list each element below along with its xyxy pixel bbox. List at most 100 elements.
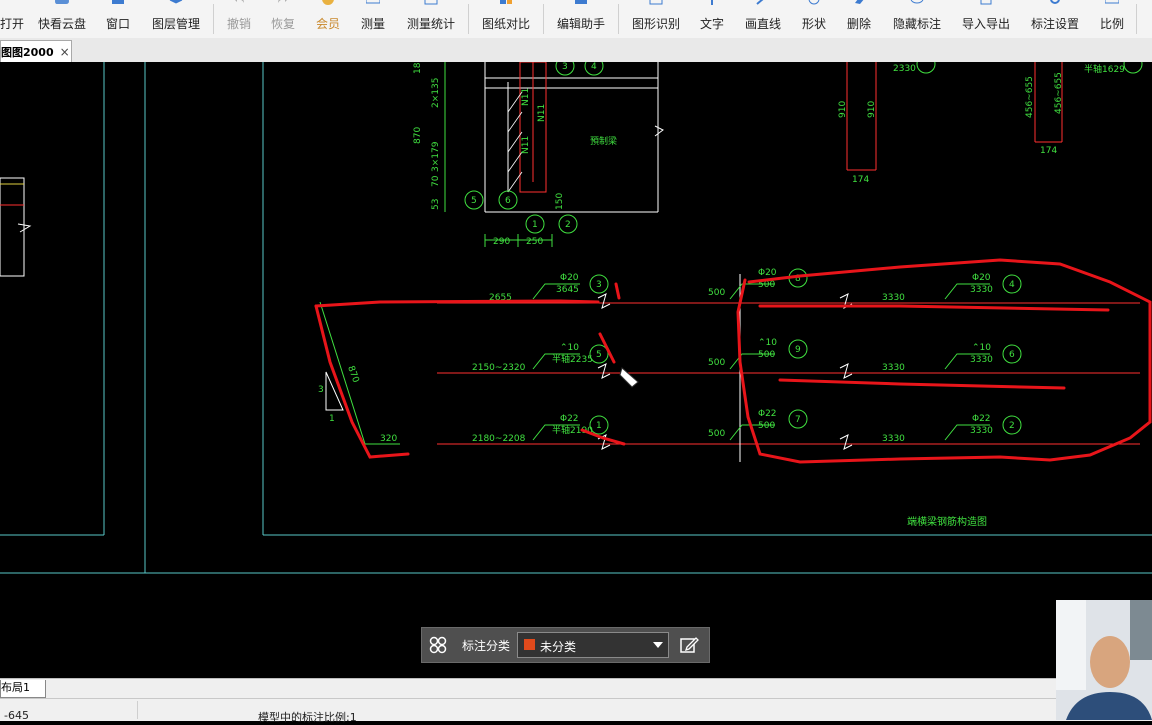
close-icon[interactable]: × — [60, 45, 70, 59]
section-detail: 18 2×135 870 3×179 70 53 290 250 150 預制梁… — [413, 62, 664, 247]
toolbar-undo-label: 撤销 — [226, 17, 251, 31]
row-spec: Φ20 — [560, 273, 579, 283]
row-spec: Φ22 — [972, 414, 991, 424]
shape-recognition-icon — [649, 0, 663, 5]
row-right: 3330 — [882, 434, 905, 444]
layers-icon — [169, 0, 183, 4]
toolbar-cloud-button[interactable]: 快看云盘 — [34, 0, 90, 38]
vip-icon — [322, 0, 334, 5]
undo-icon — [235, 0, 244, 3]
ruler-icon — [366, 0, 380, 4]
dim-text: 174 — [1040, 146, 1057, 156]
redo-icon — [278, 0, 287, 3]
row-left-length: 2150~2320 — [472, 363, 526, 373]
toolbar-compare-button[interactable]: 图纸对比 — [478, 0, 534, 38]
toolbar-scale-label: 比例 — [1099, 17, 1124, 31]
circle-num: 6 — [505, 196, 511, 206]
edit-assistant-icon — [575, 0, 587, 4]
row-length: 3330 — [970, 355, 993, 365]
toolbar-scale-button[interactable]: 比例 — [1097, 0, 1127, 38]
toolbar-measure-stats-button[interactable]: 测量统计 — [403, 0, 459, 38]
toolbar-redo-button[interactable]: 恢复 — [268, 0, 298, 38]
dim-text: 320 — [380, 434, 397, 444]
toolbar-import-export-button[interactable]: 导入导出 — [958, 0, 1014, 38]
circle-num: 6 — [1009, 350, 1015, 360]
shape-icon — [808, 0, 820, 5]
circle-num: 1 — [532, 220, 538, 230]
row-mid: 500 — [708, 429, 725, 439]
toolbar-window-label: 窗口 — [105, 17, 130, 31]
dim-text: 2330 — [893, 64, 916, 74]
toolbar-hide-annotations-button[interactable]: 隐藏标注 — [889, 0, 945, 38]
toolbar-delete-label: 删除 — [846, 17, 871, 31]
row-spec: ⌃10 — [972, 343, 991, 353]
label-text: 預制梁 — [590, 135, 617, 147]
measure-stats-icon — [424, 0, 438, 5]
toolbar-shape-button[interactable]: 形状 — [799, 0, 829, 38]
text-icon — [711, 0, 713, 5]
toolbar-separator — [1136, 4, 1137, 34]
toolbar-edit-assistant-button[interactable]: 编辑助手 — [553, 0, 609, 38]
compare-icon — [500, 0, 512, 4]
toolbar-annotation-settings-label: 标注设置 — [1030, 17, 1079, 31]
toolbar-open-button[interactable]: 打开 — [0, 0, 24, 38]
annotation-category-panel: 标注分类 未分类 — [421, 627, 710, 663]
toolbar-vip-button[interactable]: 会员 — [313, 0, 343, 38]
circle-num: 5 — [471, 196, 477, 206]
toolbar-text-button[interactable]: 文字 — [697, 0, 727, 38]
chevron-down-icon — [653, 642, 663, 648]
grid-icon[interactable] — [429, 636, 447, 654]
toolbar-import-export-label: 导入导出 — [961, 17, 1010, 31]
dim-text: 3 — [318, 385, 324, 395]
cloud-icon — [55, 0, 69, 4]
dim-text: 2×135 — [431, 78, 441, 108]
dim-text: 290 — [493, 237, 510, 247]
toolbar-edit-assistant-label: 编辑助手 — [556, 17, 605, 31]
toolbar-annotation-settings-button[interactable]: 标注设置 — [1027, 0, 1083, 38]
circle-num: 4 — [591, 62, 597, 72]
status-divider — [137, 701, 138, 719]
row-mid: 500 — [708, 288, 725, 298]
circle-num: 3 — [562, 62, 568, 72]
toolbar-hide-annotations-label: 隐藏标注 — [892, 17, 941, 31]
row-spec: Φ20 — [972, 273, 991, 283]
dim-text: 53 — [431, 199, 441, 210]
circle-num: 2 — [1009, 421, 1015, 431]
pen-cursor-icon — [619, 367, 639, 388]
dim-text: 70 — [431, 175, 441, 187]
row-spec: Φ20 — [758, 268, 777, 278]
toolbar-undo-button[interactable]: 撤销 — [224, 0, 254, 38]
coordinate-readout: -645 — [4, 709, 29, 722]
toolbar-window-button[interactable]: 窗口 — [102, 0, 134, 38]
circle-num: 5 — [596, 350, 602, 360]
annotation-category-select[interactable]: 未分类 — [517, 632, 669, 658]
toolbar-line-button[interactable]: 画直线 — [742, 0, 784, 38]
toolbar-text-label: 文字 — [699, 17, 724, 31]
layout-tab[interactable]: 布局1 — [0, 680, 46, 698]
layout-tab-bar: 布局1 — [0, 678, 1152, 699]
import-export-icon — [980, 0, 992, 5]
annotation-scale-text: 模型中的标注比例:1 — [258, 711, 357, 724]
row-mid: 500 — [708, 358, 725, 368]
annotation-category-label: 标注分类 — [462, 639, 511, 653]
row-length: 3330 — [970, 285, 993, 295]
label-text: N11 — [537, 104, 547, 122]
document-tab[interactable]: 图图2000 × — [0, 40, 72, 63]
toolbar-open-label: 打开 — [0, 17, 25, 31]
row-left-length: 2180~2208 — [472, 434, 526, 444]
toolbar-cloud-label: 快看云盘 — [37, 17, 86, 31]
row-length: 3645 — [556, 285, 579, 295]
edit-icon[interactable] — [679, 635, 699, 655]
status-bar: -645 模型中的标注比例:1 — [0, 698, 1152, 724]
dim-text: 870 — [413, 127, 423, 144]
toolbar-measure-button[interactable]: 测量 — [358, 0, 388, 38]
circle-num: 1 — [596, 421, 602, 431]
toolbar-shape-label: 形状 — [801, 17, 826, 31]
toolbar-layers-button[interactable]: 图层管理 — [148, 0, 204, 38]
drawing-canvas[interactable]: 18 2×135 870 3×179 70 53 290 250 150 預制梁… — [0, 62, 1152, 678]
toolbar-shape-recognition-button[interactable]: 图形识别 — [628, 0, 684, 38]
row-spec: ⌃10 — [560, 343, 579, 353]
toolbar-delete-button[interactable]: 删除 — [844, 0, 874, 38]
row-spec: Φ22 — [560, 414, 579, 424]
document-tab-bar: 图图2000 × — [0, 38, 1152, 63]
